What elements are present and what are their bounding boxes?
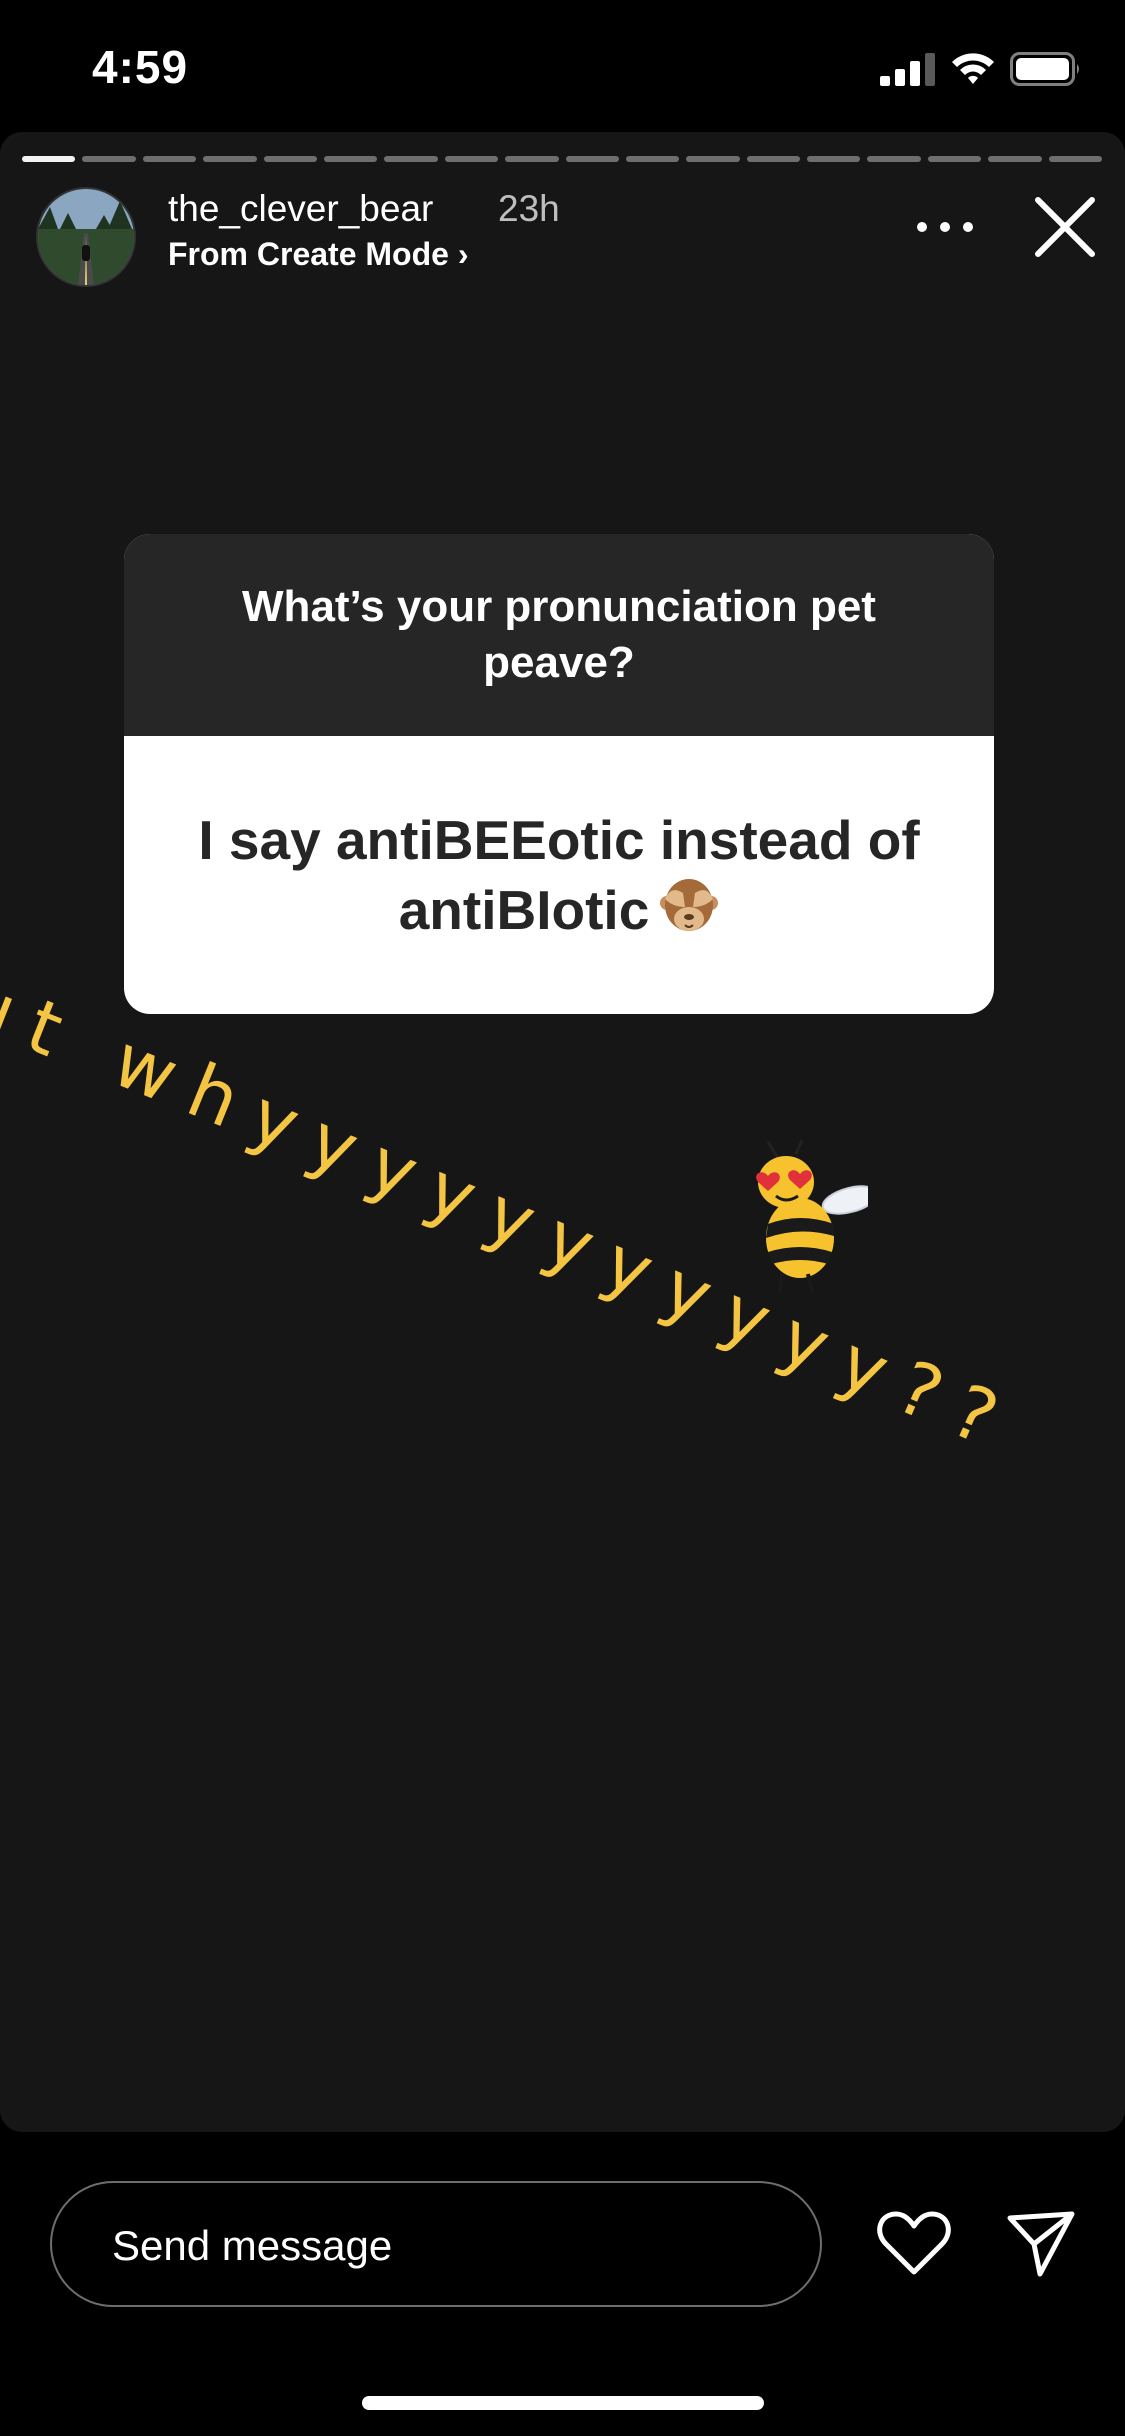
heart-icon[interactable]	[876, 2208, 952, 2278]
wifi-icon	[952, 53, 994, 84]
diagonal-text: ut whyyyyyyyyyyy??	[0, 959, 1028, 1471]
battery-icon	[1010, 52, 1079, 86]
home-indicator[interactable]	[362, 2396, 764, 2410]
story-viewer[interactable]: the_clever_bear 23h From Create Mode › W…	[0, 132, 1125, 2132]
send-message-placeholder[interactable]: Send message	[112, 2222, 392, 2270]
bee-sticker-icon	[756, 1140, 868, 1293]
status-time: 4:59	[92, 41, 189, 93]
send-icon[interactable]	[1006, 2210, 1076, 2278]
status-bar: 4:59	[0, 0, 1125, 130]
diagonal-text-overlay: ut whyyyyyyyyyyy??	[0, 959, 1028, 1471]
cellular-signal-icon	[880, 53, 935, 86]
